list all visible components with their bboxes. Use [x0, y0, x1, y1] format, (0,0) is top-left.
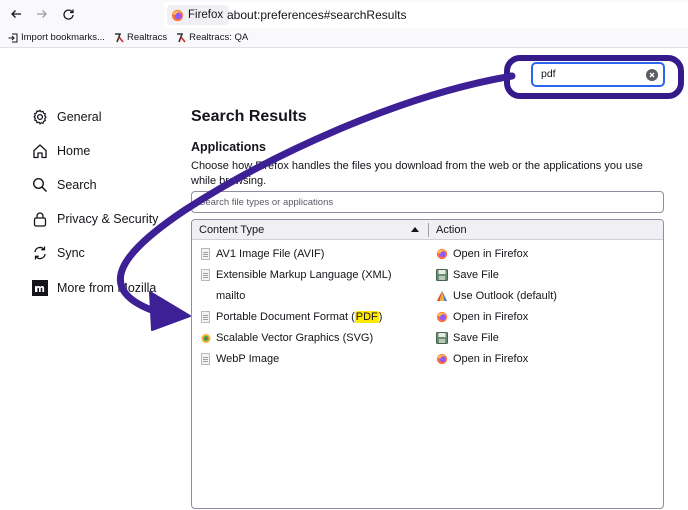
page-title: Search Results: [191, 108, 307, 125]
sidebar-item-label: More from Mozilla: [57, 281, 157, 295]
sidebar-item-label: General: [57, 110, 102, 124]
clear-icon[interactable]: [646, 69, 658, 81]
url-bar[interactable]: Firefox about:preferences#searchResults: [164, 2, 688, 28]
search-input-value: pdf: [541, 68, 556, 80]
column-separator: [428, 223, 429, 237]
bookmark-label: Realtracs: [126, 32, 168, 43]
file-icon: [200, 353, 212, 366]
table-row[interactable]: Scalable Vector Graphics (SVG) Save File: [192, 328, 663, 348]
identity-label: Firefox: [188, 9, 224, 21]
applications-filter-input[interactable]: Search file types or applications: [191, 191, 664, 213]
realtracs-icon: [114, 32, 124, 42]
sidebar-item-label: Home: [57, 144, 91, 158]
bookmark-realtracs[interactable]: Realtracs: [114, 32, 167, 43]
sidebar-item-sync[interactable]: Sync: [32, 242, 85, 264]
mozilla-icon: [32, 280, 48, 296]
search-input[interactable]: pdf: [532, 63, 664, 86]
bookmark-label: Realtracs: QA: [189, 32, 249, 43]
save-icon: [436, 332, 448, 344]
table-row[interactable]: mailto Use Outlook (default): [192, 286, 663, 306]
search-highlight: PDF: [354, 311, 379, 323]
content-type-label: Scalable Vector Graphics (SVG): [216, 332, 374, 344]
sidebar-item-label: Sync: [57, 246, 85, 260]
file-icon: [200, 311, 212, 324]
file-icon: [200, 269, 212, 282]
reload-icon: [62, 8, 74, 20]
table-row[interactable]: Extensible Markup Language (XML) Save Fi…: [192, 265, 663, 285]
url-text[interactable]: about:preferences#searchResults: [227, 8, 406, 22]
firefox-icon: [171, 9, 184, 21]
sidebar-item-label: Privacy & Security: [57, 212, 159, 226]
bookmarks-toolbar: Import bookmarks... Realtracs Realtracs:…: [0, 28, 688, 48]
content-type-label: Extensible Markup Language (XML): [216, 269, 392, 281]
action-label[interactable]: Open in Firefox: [453, 311, 528, 323]
lock-icon: [33, 212, 47, 227]
navigation-toolbar: Firefox about:preferences#searchResults: [0, 0, 688, 28]
svg-file-icon: [201, 334, 211, 343]
content-type-label: WebP Image: [216, 353, 280, 365]
sort-ascending-icon: [411, 227, 419, 232]
save-icon: [436, 269, 448, 281]
outlook-icon: [437, 291, 447, 301]
content-type-label: Portable Document Format (PDF): [216, 311, 383, 323]
filter-placeholder: Search file types or applications: [199, 197, 334, 208]
table-row[interactable]: AV1 Image File (AVIF) Open in Firefox: [192, 244, 663, 264]
table-header: Content Type Action: [192, 220, 663, 240]
import-icon: [8, 33, 18, 42]
applications-table: Content Type Action AV1 Image File (AVIF…: [191, 219, 664, 509]
search-icon: [32, 177, 48, 193]
action-label[interactable]: Open in Firefox: [453, 248, 528, 260]
firefox-icon: [436, 248, 448, 260]
bookmark-label: Import bookmarks...: [21, 32, 105, 43]
sidebar-item-more-from-mozilla[interactable]: More from Mozilla: [32, 277, 156, 299]
action-label[interactable]: Open in Firefox: [453, 353, 528, 365]
gear-icon: [33, 109, 47, 125]
realtracs-icon: [177, 32, 186, 42]
column-header-content-type[interactable]: Content Type: [199, 224, 264, 236]
firefox-icon: [436, 311, 448, 323]
action-label[interactable]: Use Outlook (default): [453, 290, 557, 302]
forward-arrow-icon: [37, 10, 47, 18]
content-type-label: AV1 Image File (AVIF): [216, 248, 325, 260]
section-title: Applications: [191, 140, 267, 154]
table-row[interactable]: Portable Document Format (PDF) Open in F…: [192, 307, 663, 327]
table-row[interactable]: WebP Image Open in Firefox: [192, 349, 663, 369]
identity-box[interactable]: Firefox: [167, 5, 230, 25]
forward-button[interactable]: [32, 4, 52, 24]
column-header-action[interactable]: Action: [436, 224, 467, 236]
sidebar-item-search[interactable]: Search: [32, 174, 97, 196]
back-button[interactable]: [6, 4, 26, 24]
reload-button[interactable]: [58, 4, 78, 24]
sync-icon: [34, 246, 46, 260]
section-description: Choose how Firefox handles the files you…: [191, 160, 643, 187]
action-label[interactable]: Save File: [453, 269, 499, 281]
firefox-icon: [436, 353, 448, 365]
sidebar-item-label: Search: [57, 178, 97, 192]
file-icon: [200, 248, 212, 261]
back-arrow-icon: [11, 10, 21, 18]
bookmark-import[interactable]: Import bookmarks...: [8, 32, 105, 43]
action-label[interactable]: Save File: [453, 332, 499, 344]
content-type-label: mailto: [216, 290, 246, 302]
home-icon: [33, 144, 47, 159]
sidebar-item-privacy[interactable]: Privacy & Security: [32, 208, 158, 230]
sidebar-item-general[interactable]: General: [32, 106, 101, 128]
bookmark-realtracs-qa[interactable]: Realtracs: QA: [176, 32, 248, 43]
sidebar-item-home[interactable]: Home: [32, 140, 90, 162]
